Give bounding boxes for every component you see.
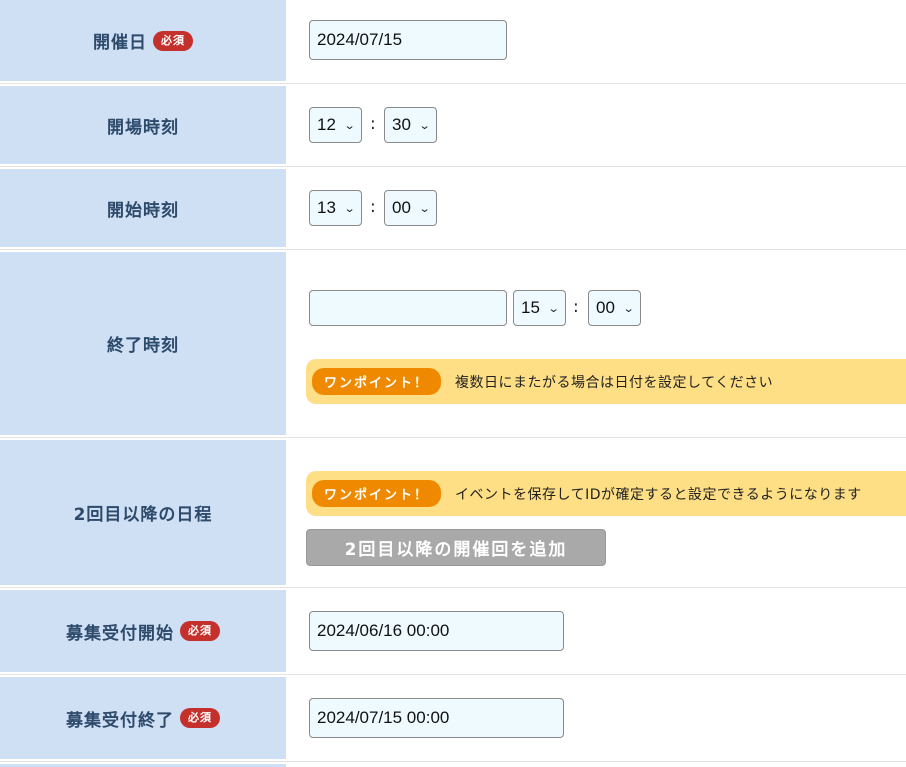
tip-text: イベントを保存してIDが確定すると設定できるようになります xyxy=(455,486,862,503)
selected-value: 13 xyxy=(317,198,336,217)
required-badge: 必須 xyxy=(180,708,220,728)
label-text: 開場時刻 xyxy=(107,117,179,138)
time-separator: : xyxy=(370,114,376,134)
chevron-down-icon: ⌄ xyxy=(547,302,560,315)
label-text: 募集受付開始 xyxy=(66,623,174,644)
label-text: 募集受付終了 xyxy=(66,710,174,731)
one-point-tip: ワンポイント！ イベントを保存してIDが確定すると設定できるようになります xyxy=(306,471,906,516)
chevron-down-icon: ⌄ xyxy=(418,119,431,132)
tip-text: 複数日にまたがる場合は日付を設定してください xyxy=(455,374,774,391)
recruit-start-input[interactable]: 2024/06/16 00:00 xyxy=(309,611,564,651)
time-separator: : xyxy=(370,197,376,217)
row-event-date: 開催日 必須 2024/07/15 xyxy=(0,0,906,84)
selected-value: 00 xyxy=(392,198,411,217)
tip-badge: ワンポイント！ xyxy=(312,480,442,507)
chevron-down-icon: ⌄ xyxy=(343,202,356,215)
row-label: 2回目以降の日程 xyxy=(0,440,286,585)
open-hour-select[interactable]: 12 ⌄ xyxy=(309,107,362,143)
row-label: 開始時刻 xyxy=(0,169,286,247)
open-minute-select[interactable]: 30 ⌄ xyxy=(384,107,437,143)
start-hour-select[interactable]: 13 ⌄ xyxy=(309,190,362,226)
end-date-input[interactable] xyxy=(309,290,507,326)
label-text: 終了時刻 xyxy=(107,336,179,356)
time-separator: : xyxy=(573,297,579,317)
row-label: 開場時刻 xyxy=(0,86,286,164)
end-hour-select[interactable]: 15 ⌄ xyxy=(513,290,566,326)
event-schedule-form: 開催日 必須 2024/07/15 開場時刻 12 ⌄ : 30 ⌄ 開始時刻 xyxy=(0,0,906,767)
selected-value: 00 xyxy=(596,298,615,317)
row-schedule: 2回目以降の日程 ワンポイント！ イベントを保存してIDが確定すると設定できるよ… xyxy=(0,438,906,588)
selected-value: 15 xyxy=(521,298,540,317)
required-badge: 必須 xyxy=(153,30,193,51)
row-open-time: 開場時刻 12 ⌄ : 30 ⌄ xyxy=(0,84,906,167)
start-minute-select[interactable]: 00 ⌄ xyxy=(384,190,437,226)
end-minute-select[interactable]: 00 ⌄ xyxy=(588,290,641,326)
row-start-time: 開始時刻 13 ⌄ : 00 ⌄ xyxy=(0,167,906,250)
row-recruit-start: 募集受付開始 必須 2024/06/16 00:00 xyxy=(0,588,906,675)
selected-value: 12 xyxy=(317,115,336,134)
row-label: 開催日 必須 xyxy=(0,0,286,81)
chevron-down-icon: ⌄ xyxy=(343,119,356,132)
row-label: 募集受付開始 必須 xyxy=(0,590,286,672)
event-date-input[interactable]: 2024/07/15 xyxy=(309,20,507,60)
add-schedule-button[interactable]: 2回目以降の開催回を追加 xyxy=(306,529,606,566)
row-label: 終了時刻 xyxy=(0,252,286,435)
recruit-end-input[interactable]: 2024/07/15 00:00 xyxy=(309,698,564,738)
label-text: 開始時刻 xyxy=(107,200,179,221)
row-label: 募集受付終了 必須 xyxy=(0,677,286,759)
row-end-time: 終了時刻 15 ⌄ : 00 ⌄ ワンポイント！ 複数日にまたがる場合は日付を設… xyxy=(0,250,906,438)
required-badge: 必須 xyxy=(180,621,220,641)
selected-value: 30 xyxy=(392,115,411,134)
one-point-tip: ワンポイント！ 複数日にまたがる場合は日付を設定してください xyxy=(306,359,906,404)
chevron-down-icon: ⌄ xyxy=(418,202,431,215)
row-recruit-end: 募集受付終了 必須 2024/07/15 00:00 xyxy=(0,675,906,762)
tip-badge: ワンポイント！ xyxy=(312,368,442,395)
label-text: 2回目以降の日程 xyxy=(73,505,213,525)
label-text: 開催日 xyxy=(93,33,147,53)
chevron-down-icon: ⌄ xyxy=(622,302,635,315)
